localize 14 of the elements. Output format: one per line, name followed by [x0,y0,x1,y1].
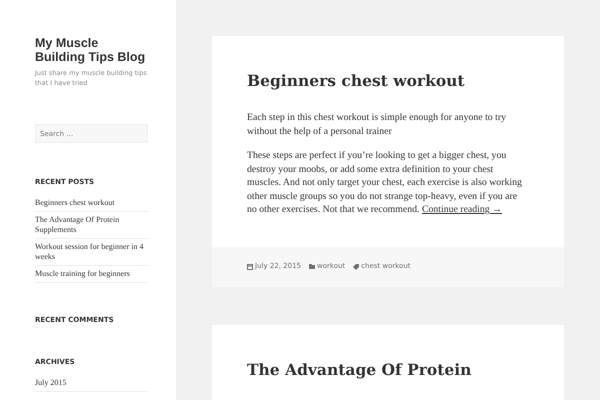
folder-icon [309,264,315,269]
widget-link[interactable]: The Advantage Of Protein Supplements [35,215,148,235]
post-title[interactable]: Beginners chest workout [247,69,529,93]
site-title[interactable]: My Muscle Building Tips Blog [35,36,148,64]
continue-reading-link[interactable]: Continue reading → [422,204,502,215]
widget-link[interactable]: Beginners chest workout [35,198,148,208]
post-paragraph: Each step in this chest workout is simple enough for anyone to try without the help of a personal trainer [247,111,508,138]
widget-link[interactable]: Muscle training for beginners [35,269,148,279]
tag-icon [353,264,360,270]
calendar-icon [247,264,253,270]
widget-link[interactable]: July 2015 [35,378,148,388]
post-paragraph: These steps are perfect if you’re looking to get a bigger chest, you destroy your moobs, or add some extra definition to your chest muscles. And not only target your chest, each exercise is also working other muscle groups so you do not strange top-heavy, even if you are no other exercises. Not that we recommend. Continue reading → [247,149,523,216]
post-title[interactable]: The Advantage Of Protein [247,358,529,382]
widget-link[interactable]: Workout session for beginner in 4 weeks [35,242,148,262]
